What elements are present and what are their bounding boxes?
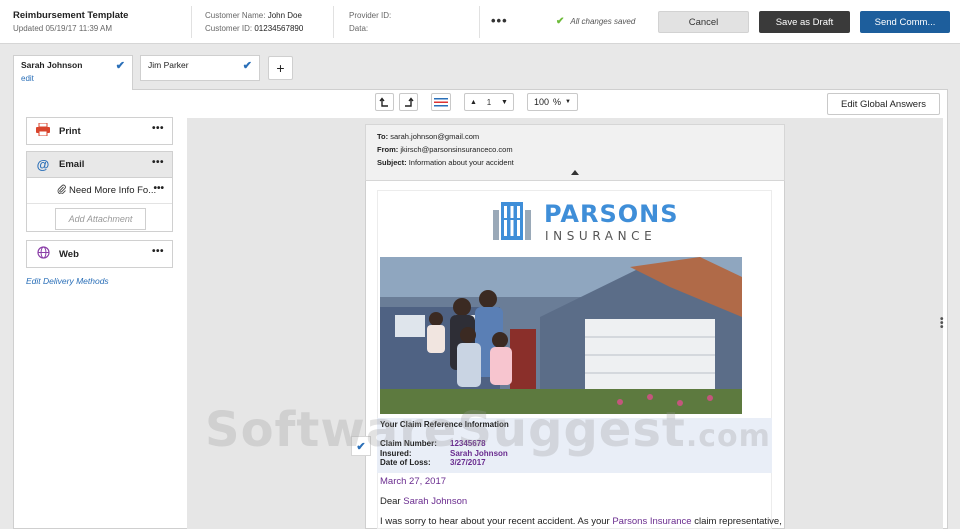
add-tab-button[interactable]: + (268, 56, 293, 80)
cancel-button[interactable]: Cancel (658, 11, 749, 33)
printer-icon (35, 122, 51, 139)
web-label: Web (59, 248, 79, 260)
date-of-loss-label: Date of Loss: (380, 458, 431, 467)
subject: Information about your accident (408, 158, 514, 167)
body-text-end: claim representative, (694, 516, 782, 527)
page-navigator[interactable]: ▲ 1 ▼ (464, 93, 514, 111)
delivery-web[interactable]: Web ••• (26, 240, 173, 268)
check-icon: ✔ (242, 60, 252, 72)
print-label: Print (59, 125, 81, 137)
template-info: Reimbursement Template Updated 05/19/17 … (13, 9, 128, 35)
app-header: Reimbursement Template Updated 05/19/17 … (0, 0, 960, 44)
email-row[interactable]: @ Email ••• (27, 152, 172, 178)
email-template-label: Need More Info Fo... (69, 185, 157, 196)
tab-edit-link[interactable]: edit (21, 74, 34, 83)
email-item-menu-button[interactable]: ••• (153, 183, 164, 194)
web-menu-button[interactable]: ••• (152, 246, 164, 257)
salutation-text: Dear (380, 496, 401, 507)
tab-label: Jim Parker (148, 60, 189, 70)
letter-body: I was sorry to hear about your recent ac… (380, 516, 782, 527)
next-page-icon[interactable]: ▼ (501, 99, 508, 106)
track-changes-button[interactable] (431, 93, 451, 111)
watermark-suffix: .com (685, 419, 771, 454)
from-address: jkirsch@parsonsinsuranceco.com (400, 145, 513, 154)
building-logo-icon (493, 202, 531, 240)
globe-icon (35, 246, 51, 262)
redo-button[interactable] (399, 93, 418, 111)
zoom-select[interactable]: 100 % ▼ (527, 93, 578, 111)
customer-info: Customer Name: John Doe Customer ID: 012… (205, 9, 303, 35)
delivery-print[interactable]: Print ••• (26, 117, 173, 145)
more-options-button[interactable]: ••• (491, 13, 508, 28)
tab-jim-parker[interactable]: Jim Parker ✔ (140, 55, 260, 81)
to-address: sarah.johnson@gmail.com (390, 132, 480, 141)
chevron-down-icon: ▼ (565, 99, 571, 105)
from-label: From: (377, 145, 399, 154)
salutation: Dear Sarah Johnson (380, 496, 467, 507)
send-communication-button[interactable]: Send Comm... (860, 11, 950, 33)
watermark: SoftwareSuggest.com (205, 402, 771, 458)
redo-icon (405, 96, 414, 107)
tab-label: Sarah Johnson (21, 60, 83, 70)
customer-id-label: Customer ID: (205, 24, 253, 33)
header-divider (333, 6, 334, 38)
header-divider (191, 6, 192, 38)
tab-sarah-johnson[interactable]: Sarah Johnson ✔ edit (13, 55, 133, 90)
subject-label: Subject: (377, 158, 407, 167)
email-menu-button[interactable]: ••• (152, 157, 164, 168)
customer-name: John Doe (267, 11, 302, 20)
paperclip-icon (57, 184, 66, 197)
watermark-text: SoftwareSuggest (205, 402, 686, 458)
collapse-header-icon[interactable] (571, 170, 579, 175)
logo-wordmark: PARSONS (544, 200, 679, 228)
provider-info: Provider ID: Data: (349, 9, 391, 35)
to-label: To: (377, 132, 389, 141)
at-sign-icon: @ (36, 157, 50, 172)
customer-name-label: Customer Name: (205, 11, 266, 20)
edit-delivery-methods-link[interactable]: Edit Delivery Methods (26, 276, 109, 286)
print-menu-button[interactable]: ••• (152, 123, 164, 134)
save-status: ✔ All changes saved (556, 16, 635, 27)
body-company: Parsons Insurance (612, 516, 692, 527)
undo-button[interactable] (375, 93, 394, 111)
family-house-photo (380, 257, 742, 414)
save-as-draft-button[interactable]: Save as Draft (759, 11, 850, 33)
track-changes-icon (434, 98, 448, 107)
zoom-value: 100 (534, 97, 550, 107)
email-label: Email (59, 159, 85, 170)
provider-id-label: Provider ID: (349, 11, 392, 20)
prev-page-icon[interactable]: ▲ (470, 99, 477, 106)
date-of-loss: 3/27/2017 (450, 458, 486, 467)
email-template-item[interactable]: Need More Info Fo... ••• (27, 178, 172, 204)
print-row[interactable]: Print ••• (27, 118, 172, 144)
logo-subtitle: INSURANCE (545, 229, 657, 243)
template-updated: Updated 05/19/17 11:39 AM (13, 24, 113, 33)
body-text-start: I was sorry to hear about your recent ac… (380, 516, 610, 527)
undo-icon (379, 96, 388, 107)
salutation-name: Sarah Johnson (403, 496, 468, 507)
web-row[interactable]: Web ••• (27, 241, 172, 267)
check-icon: ✔ (556, 16, 565, 27)
save-status-text: All changes saved (570, 17, 636, 26)
edit-global-answers-button[interactable]: Edit Global Answers (827, 93, 940, 115)
add-attachment-input[interactable]: Add Attachment (55, 208, 146, 230)
panel-resize-handle[interactable]: • • • (940, 315, 944, 333)
check-icon: ✔ (115, 60, 125, 72)
plus-icon: + (276, 60, 285, 76)
customer-id: 01234567890 (254, 24, 304, 33)
data-label: Data: (349, 24, 369, 33)
header-divider (479, 6, 480, 38)
template-title: Reimbursement Template (13, 10, 129, 21)
page-number: 1 (486, 97, 492, 107)
letter-date: March 27, 2017 (380, 476, 447, 487)
zoom-unit: % (553, 97, 562, 107)
